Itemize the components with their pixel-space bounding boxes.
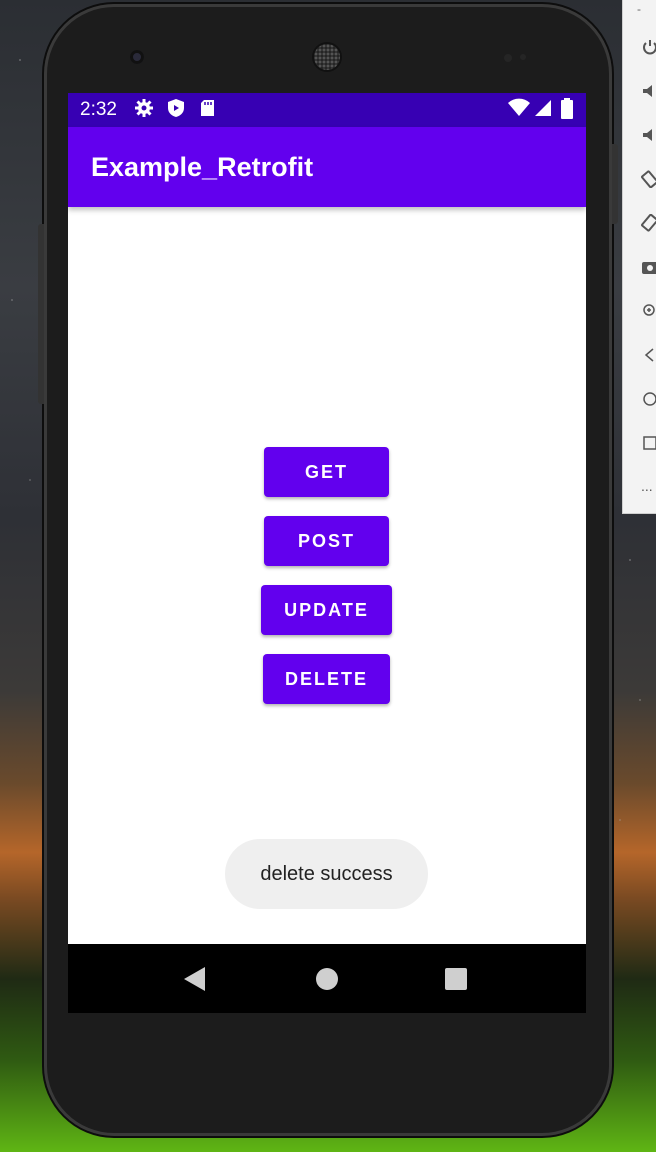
battery-icon bbox=[560, 98, 582, 120]
volume-up-icon[interactable] bbox=[641, 82, 656, 102]
signal-icon bbox=[533, 98, 555, 120]
home-icon[interactable] bbox=[641, 390, 656, 410]
back-icon[interactable] bbox=[184, 967, 205, 991]
phone-side-button-left bbox=[38, 224, 44, 404]
zoom-icon[interactable] bbox=[641, 302, 656, 322]
panel-minimize[interactable]: - bbox=[637, 2, 641, 16]
update-button[interactable]: UPDATE bbox=[261, 585, 392, 635]
sd-card-icon bbox=[198, 98, 220, 120]
get-button[interactable]: GET bbox=[264, 447, 389, 497]
overview-icon[interactable] bbox=[641, 434, 656, 454]
status-bar: 2:32 bbox=[68, 93, 586, 127]
navigation-bar bbox=[68, 944, 586, 1013]
phone-side-button-right bbox=[612, 144, 618, 224]
light-sensor bbox=[520, 54, 526, 60]
delete-button[interactable]: DELETE bbox=[263, 654, 390, 704]
emulator-side-panel: - ... bbox=[622, 0, 656, 514]
volume-down-icon[interactable] bbox=[641, 126, 656, 146]
camera-icon[interactable] bbox=[641, 258, 656, 278]
settings-icon bbox=[134, 98, 156, 120]
more-icon[interactable]: ... bbox=[641, 476, 656, 496]
home-icon[interactable] bbox=[316, 968, 338, 990]
rotate-right-icon[interactable] bbox=[641, 213, 656, 234]
earpiece-speaker bbox=[314, 44, 340, 70]
toast-message: delete success bbox=[225, 839, 428, 909]
power-icon[interactable] bbox=[641, 38, 656, 58]
front-camera bbox=[130, 50, 144, 64]
app-bar: Example_Retrofit bbox=[68, 127, 586, 207]
shield-icon bbox=[166, 98, 188, 120]
app-title: Example_Retrofit bbox=[91, 152, 314, 182]
rotate-left-icon[interactable] bbox=[641, 170, 656, 190]
phone-screen: 2:32 Example_Retrofit GET POST UPDATE DE… bbox=[68, 93, 586, 1013]
proximity-sensor bbox=[504, 54, 512, 62]
back-icon[interactable] bbox=[641, 346, 656, 366]
recents-icon[interactable] bbox=[445, 968, 467, 990]
post-button[interactable]: POST bbox=[264, 516, 389, 566]
status-time: 2:32 bbox=[80, 99, 117, 120]
wifi-icon bbox=[508, 98, 530, 120]
